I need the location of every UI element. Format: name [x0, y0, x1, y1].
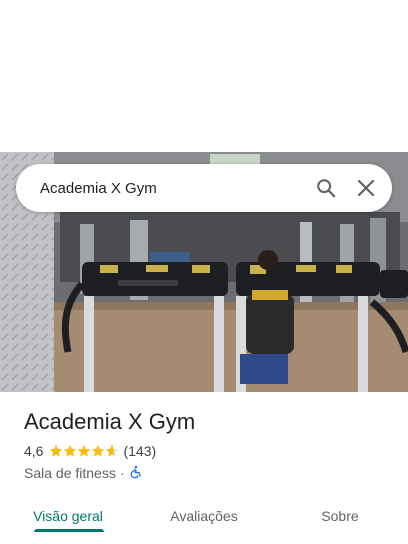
tab-overview-label: Visão geral — [33, 508, 103, 524]
search-icon[interactable] — [306, 168, 346, 208]
place-info: Academia X Gym 4,6 (143) Sala de fitness… — [24, 408, 394, 482]
star-icon — [106, 444, 119, 457]
tab-reviews[interactable]: Avaliações — [136, 496, 272, 536]
map-area-blank — [0, 0, 408, 152]
search-input[interactable]: Academia X Gym — [16, 180, 306, 197]
tab-about[interactable]: Sobre — [272, 496, 408, 536]
rating-row[interactable]: 4,6 (143) — [24, 442, 394, 460]
active-tab-indicator — [34, 529, 104, 532]
place-category: Sala de fitness — [24, 465, 116, 481]
rating-value: 4,6 — [24, 443, 44, 459]
star-icon — [50, 444, 63, 457]
star-icon — [92, 444, 105, 457]
category-row: Sala de fitness · — [24, 464, 394, 482]
place-tabs: Visão geral Avaliações Sobre — [0, 496, 408, 544]
wheelchair-icon — [129, 465, 143, 482]
star-icon — [64, 444, 77, 457]
separator-dot: · — [119, 465, 125, 481]
rating-stars — [49, 444, 119, 458]
close-icon[interactable] — [346, 168, 386, 208]
tab-overview[interactable]: Visão geral — [0, 496, 136, 536]
review-count[interactable]: (143) — [123, 443, 156, 459]
star-icon — [78, 444, 91, 457]
place-title: Academia X Gym — [24, 409, 196, 434]
tab-reviews-label: Avaliações — [170, 508, 238, 524]
tab-about-label: Sobre — [321, 508, 359, 524]
search-bar[interactable]: Academia X Gym — [16, 164, 392, 212]
